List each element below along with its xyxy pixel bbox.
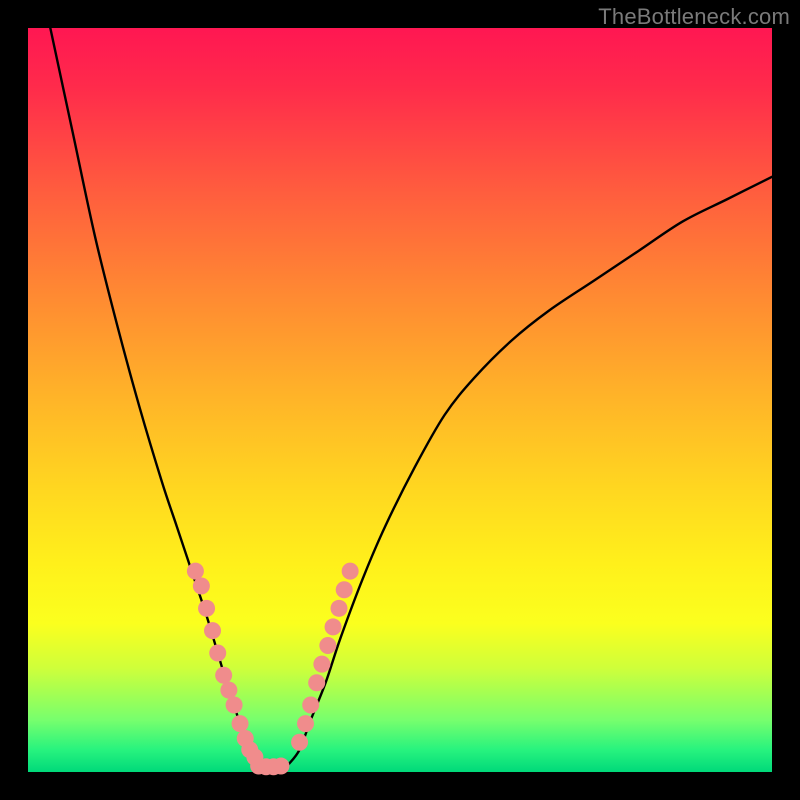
marker-dot [198, 600, 215, 617]
marker-dot [302, 697, 319, 714]
watermark-text: TheBottleneck.com [598, 4, 790, 30]
marker-dot [336, 581, 353, 598]
marker-dot [325, 618, 342, 635]
marker-dot [319, 637, 336, 654]
marker-dot [193, 578, 210, 595]
marker-dot [187, 563, 204, 580]
marker-layer [187, 563, 359, 776]
plot-area [28, 28, 772, 772]
marker-dot [291, 734, 308, 751]
chart-frame: TheBottleneck.com [0, 0, 800, 800]
marker-dot [209, 644, 226, 661]
marker-dot [232, 715, 249, 732]
chart-svg [28, 28, 772, 772]
marker-dot [313, 656, 330, 673]
marker-dot [215, 667, 232, 684]
marker-dot [226, 697, 243, 714]
marker-dot [308, 674, 325, 691]
marker-dot [342, 563, 359, 580]
curve-right-branch [288, 177, 772, 765]
marker-dot [297, 715, 314, 732]
marker-dot [272, 758, 289, 775]
curve-layer [50, 28, 772, 765]
marker-dot [330, 600, 347, 617]
curve-left-branch [50, 28, 258, 765]
marker-dot [204, 622, 221, 639]
marker-dot [220, 682, 237, 699]
